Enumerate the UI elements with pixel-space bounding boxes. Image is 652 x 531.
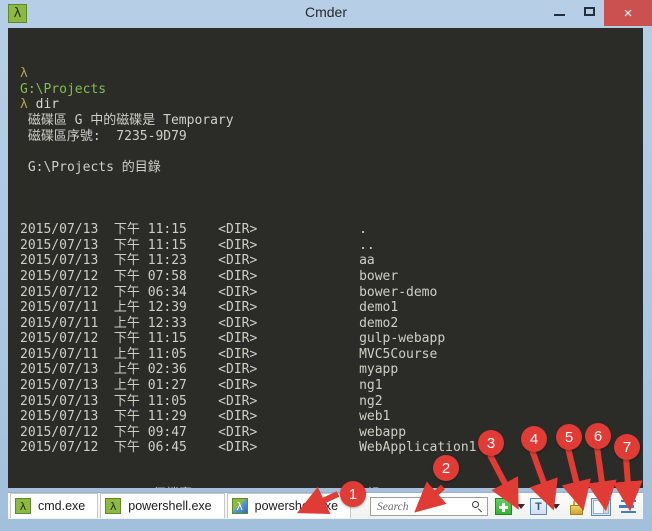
callout-7: 7 — [614, 434, 640, 460]
cmder-window: λ Cmder × λ G:\Projects λ dir 磁碟區 G 中的磁碟是 … — [0, 0, 652, 531]
callout-4: 4 — [521, 426, 547, 452]
callout-5: 5 — [556, 424, 582, 450]
callout-2: 2 — [433, 455, 459, 481]
callout-arrows — [296, 446, 643, 515]
callout-3: 3 — [478, 430, 504, 456]
callout-6: 6 — [585, 423, 611, 449]
callout-1: 1 — [340, 481, 366, 507]
